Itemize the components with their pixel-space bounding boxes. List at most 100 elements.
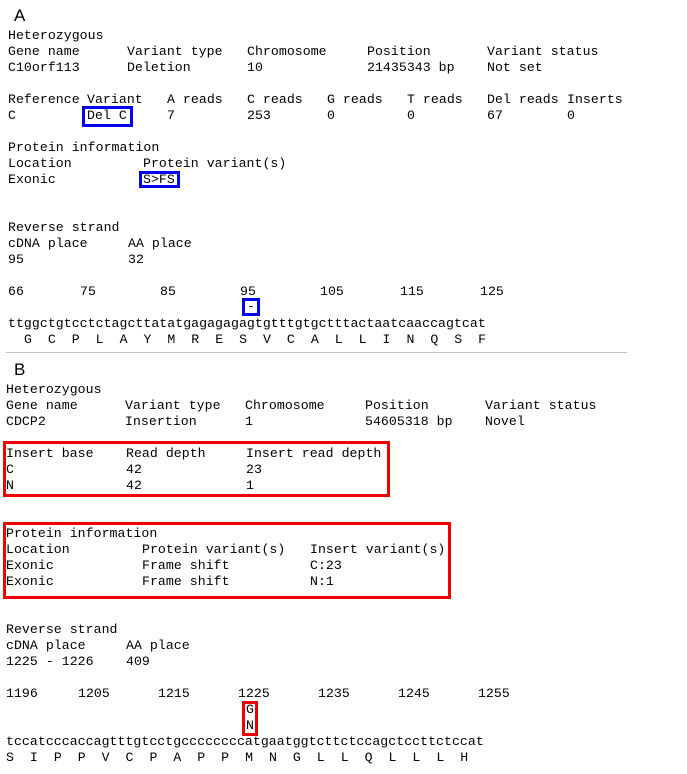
panel-b-label: B xyxy=(14,360,26,379)
reads-value-inserts: 0 xyxy=(567,108,575,123)
gene-name-value: C10orf113 xyxy=(8,60,80,75)
zygosity: Heterozygous xyxy=(8,28,104,43)
aa-place-value: 32 xyxy=(128,252,144,267)
location-label: Location xyxy=(8,156,72,171)
amino-acid: V xyxy=(263,332,271,347)
amino-acid: S xyxy=(239,332,248,347)
amino-acid: F xyxy=(478,332,487,347)
amino-acid: P xyxy=(149,750,158,765)
amino-acid: E xyxy=(215,332,224,347)
amino-acid: C xyxy=(47,332,56,347)
ruler-tick: 66 xyxy=(8,284,24,299)
amino-acid: P xyxy=(71,332,80,347)
position-value: 54605318 bp xyxy=(365,414,453,429)
chromosome-label: Chromosome xyxy=(245,398,325,413)
protein-cell: Exonic xyxy=(6,574,54,589)
amino-acid: G xyxy=(292,750,301,765)
reads-value-reference: C xyxy=(8,108,16,123)
aa-place-label: AA place xyxy=(128,236,192,251)
amino-acid: C xyxy=(125,750,134,765)
gene-name-value: CDCP2 xyxy=(6,414,46,429)
insert-cell: 1 xyxy=(246,478,254,493)
amino-acid: L xyxy=(340,750,349,765)
reads-value-g: 0 xyxy=(327,108,335,123)
protein-cell: Frame shift xyxy=(142,558,230,573)
amino-acid: L xyxy=(436,750,445,765)
reads-header-inserts: Inserts xyxy=(567,92,623,107)
ruler-tick: 85 xyxy=(160,284,176,299)
location-value: Exonic xyxy=(8,172,56,187)
protein-cell: C:23 xyxy=(310,558,342,573)
reads-value-c: 253 xyxy=(247,108,271,123)
dna-sequence: tccatcccaccagtttgtcctgccccccccatgaatggtc… xyxy=(6,734,484,749)
insert-header-read-depth: Read depth xyxy=(126,446,206,461)
variant-type-value: Insertion xyxy=(125,414,197,429)
amino-acid: P xyxy=(77,750,86,765)
variant-type-value: Deletion xyxy=(127,60,191,75)
ruler-tick: 125 xyxy=(480,284,504,299)
amino-acid: A xyxy=(119,332,128,347)
protein-cell: Exonic xyxy=(6,558,54,573)
amino-acid: I xyxy=(382,332,391,347)
reads-value-t: 0 xyxy=(407,108,415,123)
protein-info-title: Protein information xyxy=(6,526,158,541)
position-value: 21435343 bp xyxy=(367,60,455,75)
amino-acid: G xyxy=(23,332,32,347)
reads-header-c: C reads xyxy=(247,92,303,107)
amino-acid: L xyxy=(95,332,104,347)
protein-cell: N:1 xyxy=(310,574,334,589)
variant-status-label: Variant status xyxy=(487,44,599,59)
ruler-tick: 1225 xyxy=(238,686,270,701)
ruler-tick: 105 xyxy=(320,284,344,299)
position-label: Position xyxy=(365,398,429,413)
amino-acid: P xyxy=(197,750,206,765)
insert-header-insert-read-depth: Insert read depth xyxy=(246,446,382,461)
insert-cell: C xyxy=(6,462,14,477)
reads-header-del: Del reads xyxy=(487,92,559,107)
amino-acid: M xyxy=(167,332,176,347)
chromosome-value: 1 xyxy=(245,414,253,429)
ruler-tick: 1215 xyxy=(158,686,190,701)
aa-sequence: G C P L A Y M R E S V C A L L I N Q S F xyxy=(8,332,486,348)
amino-acid: L xyxy=(412,750,421,765)
amino-acid: P xyxy=(53,750,62,765)
amino-acid: P xyxy=(221,750,230,765)
dna-sequence: ttggctgtcctctagcttatatgagagagagtgtttgtgc… xyxy=(8,316,486,331)
aa-place-value: 409 xyxy=(126,654,150,669)
amino-acid: N xyxy=(406,332,415,347)
panel-divider xyxy=(6,352,627,353)
reads-header-g: G reads xyxy=(327,92,383,107)
amino-acid: L xyxy=(316,750,325,765)
amino-acid: A xyxy=(173,750,182,765)
chromosome-value: 10 xyxy=(247,60,263,75)
protein-cell: Frame shift xyxy=(142,574,230,589)
reads-value-a: 7 xyxy=(167,108,175,123)
amino-acid: A xyxy=(310,332,319,347)
amino-acid: R xyxy=(191,332,200,347)
aa-place-label: AA place xyxy=(126,638,190,653)
protein-header-variant: Protein variant(s) xyxy=(142,542,286,557)
insert-header-base: Insert base xyxy=(6,446,94,461)
amino-acid: Y xyxy=(143,332,152,347)
amino-acid: H xyxy=(460,750,469,765)
cdna-place-value: 1225 - 1226 xyxy=(6,654,94,669)
protein-header-location: Location xyxy=(6,542,70,557)
amino-acid: M xyxy=(245,750,254,765)
reads-header-a: A reads xyxy=(167,92,223,107)
reads-header-t: T reads xyxy=(407,92,463,107)
ruler-tick: 75 xyxy=(80,284,96,299)
variant-status-value: Novel xyxy=(485,414,525,429)
panel-a-label: A xyxy=(14,6,26,25)
amino-acid: L xyxy=(334,332,343,347)
amino-acid: Q xyxy=(364,750,373,765)
amino-acid: N xyxy=(268,750,277,765)
reads-value-del: 67 xyxy=(487,108,503,123)
insert-cell: 42 xyxy=(126,478,142,493)
protein-header-insert-variant: Insert variant(s) xyxy=(310,542,446,557)
ruler-tick: 1235 xyxy=(318,686,350,701)
cdna-place-label: cDNA place xyxy=(6,638,86,653)
gene-name-label: Gene name xyxy=(8,44,80,59)
amino-acid: L xyxy=(388,750,397,765)
position-label: Position xyxy=(367,44,431,59)
protein-variant-label: Protein variant(s) xyxy=(143,156,287,171)
